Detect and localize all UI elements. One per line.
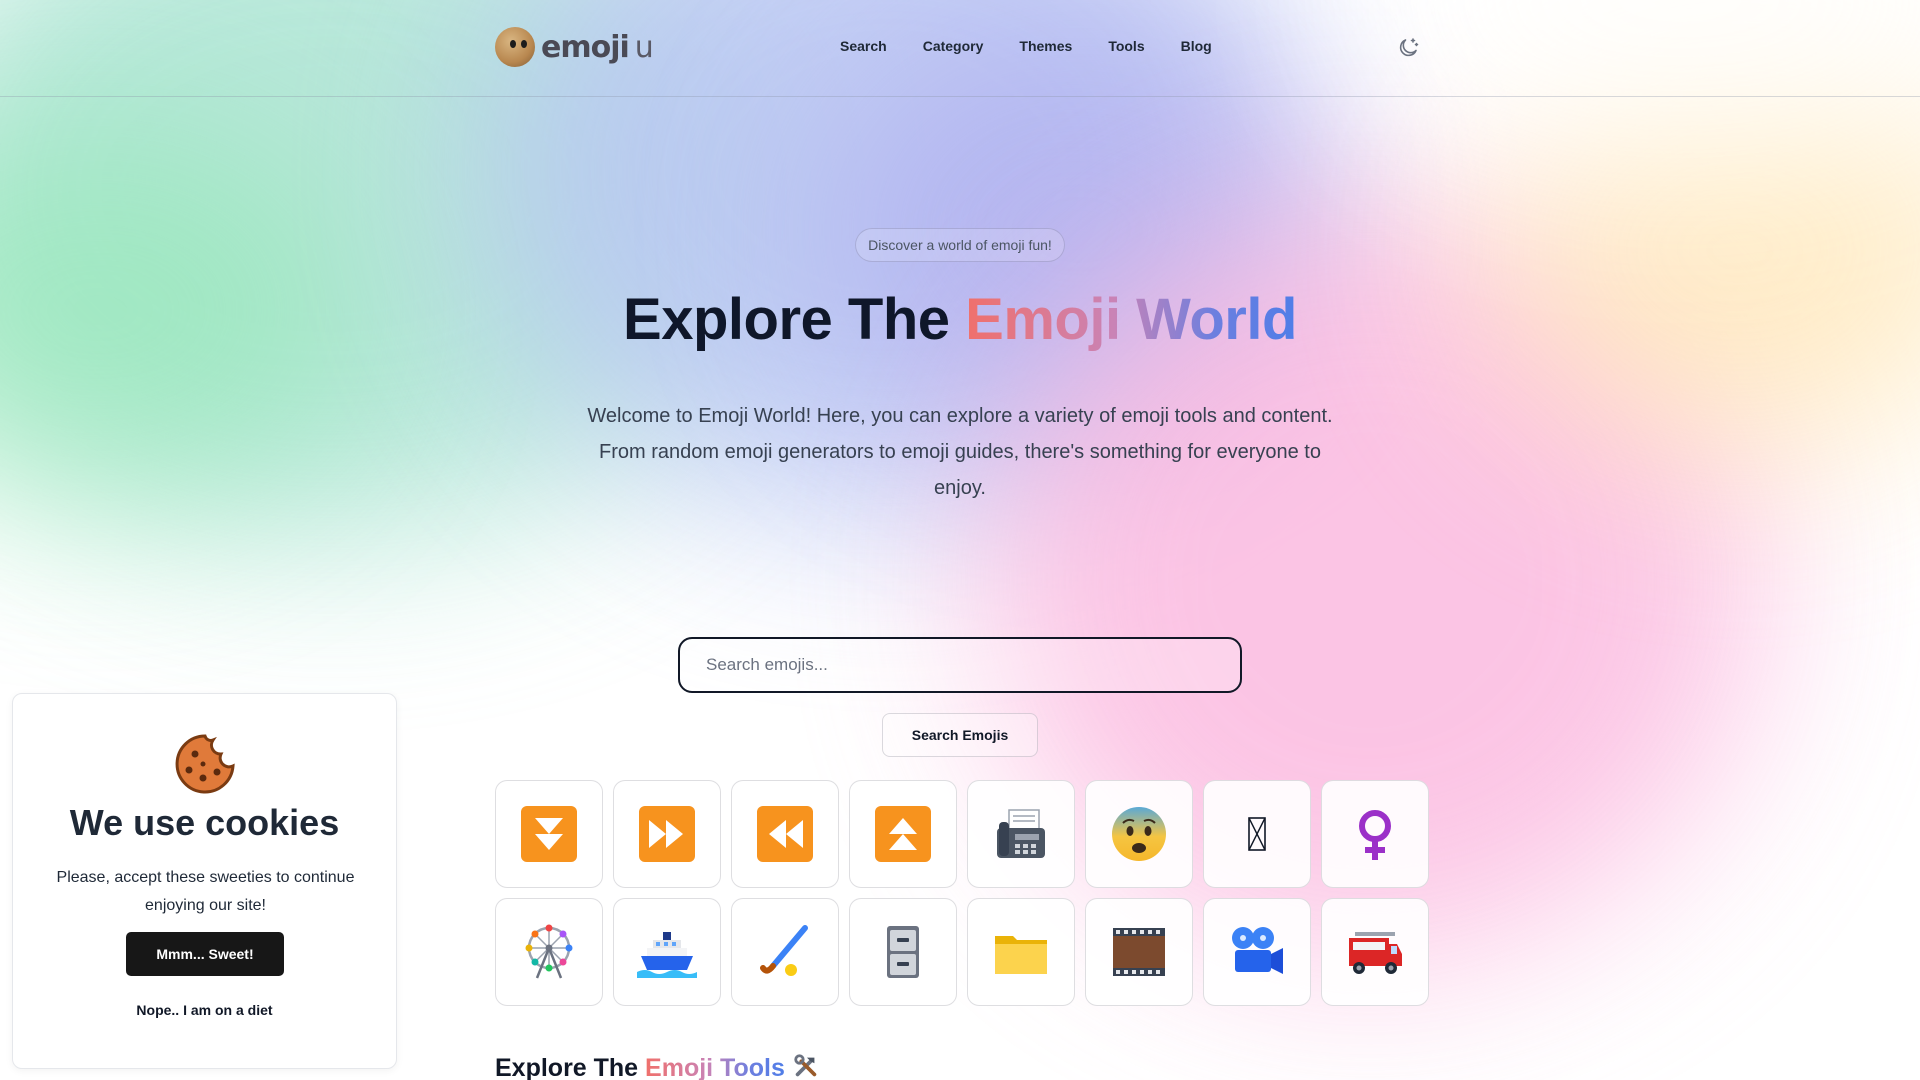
fire-engine-icon [1349, 932, 1402, 974]
ferry-icon [637, 932, 697, 978]
emoji-tile[interactable] [731, 898, 839, 1006]
emoji-tile[interactable] [613, 898, 721, 1006]
film-projector-icon [1232, 927, 1283, 974]
emoji-tile[interactable] [1321, 780, 1429, 888]
site-logo[interactable]: emoji u [495, 27, 654, 67]
emoji-tile[interactable] [849, 898, 957, 1006]
emoji-tile[interactable] [1321, 898, 1429, 1006]
emoji-grid [495, 780, 1429, 1006]
cookie-text: Please, accept these sweeties to continu… [56, 869, 355, 914]
film-frames-icon [1113, 928, 1165, 976]
nav-themes[interactable]: Themes [1019, 38, 1072, 54]
emoji-tile[interactable] [967, 898, 1075, 1006]
cookie-banner: We use cookies Please, accept these swee… [12, 693, 397, 1069]
fax-machine-icon [997, 809, 1045, 858]
hero-description: Welcome to Emoji World! Here, you can ex… [587, 405, 1333, 499]
search-input[interactable] [678, 637, 1242, 693]
cookie-decline-link[interactable]: Nope.. I am on a diet [13, 1002, 396, 1018]
nav-category[interactable]: Category [923, 38, 984, 54]
missing-glyph-icon [1248, 817, 1266, 851]
nav-search[interactable]: Search [840, 38, 887, 54]
nav-tools[interactable]: Tools [1108, 38, 1144, 54]
fearful-face-icon [1112, 807, 1166, 861]
female-sign-icon [1359, 810, 1391, 860]
hero-title: Explore The Emoji World [623, 287, 1297, 352]
cookie-title: We use cookies [69, 802, 340, 843]
field-hockey-icon [760, 925, 808, 976]
nav-blog[interactable]: Blog [1181, 38, 1212, 54]
site-header: emoji u Search Category Themes Tools Blog [0, 0, 1920, 97]
emoji-tile[interactable] [495, 780, 603, 888]
fast-down-button-icon [521, 806, 577, 862]
emoji-tile[interactable] [967, 780, 1075, 888]
logo-face-icon [495, 27, 535, 67]
main-nav: Search Category Themes Tools Blog [840, 38, 1212, 54]
hero-badge: Discover a world of emoji fun! [855, 228, 1065, 262]
emoji-tile[interactable] [1085, 780, 1193, 888]
hammer-and-wrench-icon [794, 1054, 817, 1077]
emoji-tile[interactable] [613, 780, 721, 888]
cookie-accept-button[interactable]: Mmm... Sweet! [126, 932, 284, 976]
file-cabinet-icon [887, 926, 919, 978]
file-folder-icon [995, 936, 1047, 974]
emoji-tile[interactable] [1085, 898, 1193, 1006]
fast-reverse-button-icon [757, 806, 813, 862]
logo-text: emoji u [541, 29, 654, 65]
emoji-tile[interactable] [849, 780, 957, 888]
emoji-tile[interactable] [495, 898, 603, 1006]
emoji-tile[interactable] [1203, 780, 1311, 888]
emoji-tile[interactable] [1203, 898, 1311, 1006]
cookie-icon [175, 734, 235, 794]
fast-up-button-icon [875, 806, 931, 862]
fast-forward-button-icon [639, 806, 695, 862]
emoji-tile[interactable] [731, 780, 839, 888]
search-emojis-button[interactable]: Search Emojis [882, 713, 1038, 757]
moon-stars-icon[interactable] [1396, 36, 1420, 60]
tools-section-title: Explore The Emoji Tools [495, 1052, 820, 1080]
ferris-wheel-icon [525, 924, 573, 979]
